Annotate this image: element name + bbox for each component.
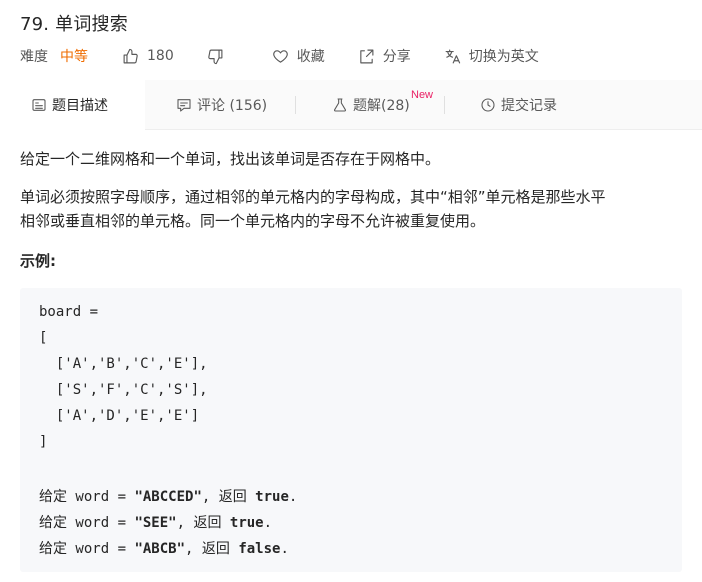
description-paragraph: 相邻或垂直相邻的单元格。同一个单元格内的字母不允许被重复使用。 [20, 212, 486, 230]
description-paragraph: 单词必须按照字母顺序，通过相邻的单元格内的字母构成，其中“相邻”单元格是那些水平 [20, 188, 606, 206]
call-word: "ABCB" [134, 541, 186, 557]
tab-solutions-label: 题解(28) [353, 98, 410, 114]
example-call-line: 给定 word = "ABCB", 返回 false. [39, 538, 289, 558]
description-paragraph: 给定一个二维网格和一个单词，找出该单词是否存在于网格中。 [20, 150, 441, 168]
call-return: 返回 [193, 515, 222, 531]
code-line: [ [39, 330, 48, 346]
call-end: . [288, 489, 298, 505]
tab-comments[interactable]: 评论 (156) [176, 80, 267, 130]
share-label: 分享 [382, 49, 411, 65]
call-var: word = [67, 541, 135, 557]
difficulty-label: 难度 [20, 49, 48, 65]
problem-tabs: 题目描述 评论 (156) 题解(28) New 提交记录 [0, 80, 702, 131]
problem-title: 79. 单词搜索 [20, 14, 128, 35]
example-code-block: board = [ ['A','B','C','E'], ['S','F','C… [20, 288, 682, 572]
call-result: false [238, 541, 281, 557]
clock-icon [481, 98, 495, 112]
code-line: board = [39, 304, 99, 320]
flask-icon [333, 98, 347, 112]
example-call-line: 给定 word = "ABCCED", 返回 true. [39, 486, 297, 506]
thumbs-down-icon [207, 49, 223, 64]
call-prefix: 给定 [39, 541, 67, 557]
tab-description[interactable]: 题目描述 [0, 80, 145, 131]
like-count: 180 [147, 48, 174, 64]
call-prefix: 给定 [39, 515, 67, 531]
translate-label: 切换为英文 [468, 49, 539, 65]
call-end: . [263, 515, 273, 531]
problem-header: 79. 单词搜索 难度 中等 180 收藏 分享 切换为英文 [0, 0, 702, 80]
call-result: true [255, 489, 289, 505]
code-line: ['S','F','C','S'], [39, 382, 208, 398]
call-word: "SEE" [134, 515, 177, 531]
call-sep: , [176, 515, 194, 531]
tab-solutions[interactable]: 题解(28) [332, 80, 410, 130]
call-result: true [229, 515, 264, 531]
tab-description-label: 题目描述 [52, 98, 108, 114]
tab-submissions[interactable]: 提交记录 [480, 80, 557, 130]
call-word: "ABCCED" [134, 489, 202, 505]
translate-icon [445, 49, 460, 63]
call-end: . [280, 541, 289, 557]
share-button[interactable]: 分享 [358, 46, 411, 66]
example-heading: 示例: [20, 252, 56, 270]
tab-submissions-label: 提交记录 [501, 98, 557, 114]
heart-icon [272, 49, 288, 63]
translate-button[interactable]: 切换为英文 [444, 46, 539, 66]
dislike-button[interactable] [207, 48, 232, 65]
difficulty-value: 中等 [60, 49, 88, 65]
call-sep: , [185, 541, 202, 557]
call-return: 返回 [218, 489, 247, 505]
tab-separator [444, 96, 445, 114]
thumbs-up-icon [123, 48, 138, 63]
call-var: word = [67, 515, 135, 531]
problem-meta-bar: 难度 中等 180 收藏 分享 切换为英文 [20, 46, 572, 66]
like-button[interactable]: 180 [122, 48, 174, 65]
code-line: ['A','B','C','E'], [39, 356, 208, 372]
code-line: ] [39, 434, 48, 450]
example-call-line: 给定 word = "SEE", 返回 true. [39, 512, 272, 532]
description-icon [32, 99, 46, 111]
new-badge: New [411, 89, 434, 101]
call-prefix: 给定 [39, 489, 67, 505]
tab-separator [295, 96, 296, 114]
favorite-label: 收藏 [296, 49, 325, 65]
code-line: ['A','D','E','E'] [39, 408, 200, 424]
share-icon [360, 49, 374, 63]
call-sep: , [201, 489, 219, 505]
comment-icon [177, 99, 191, 112]
call-var: word = [67, 489, 135, 505]
call-return: 返回 [201, 541, 230, 557]
favorite-button[interactable]: 收藏 [272, 46, 325, 66]
tab-comments-label: 评论 (156) [197, 98, 268, 114]
